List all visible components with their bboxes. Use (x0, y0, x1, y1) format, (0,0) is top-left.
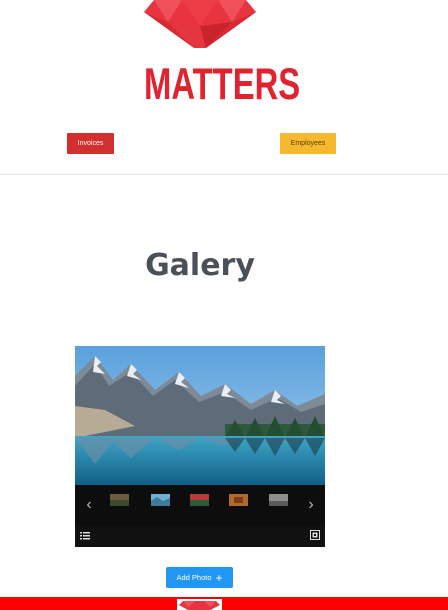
header-divider (0, 174, 448, 175)
thumbnail-5[interactable] (269, 494, 288, 506)
logo-wordmark: MATTERS (144, 59, 301, 110)
photo-gallery: ‹ › (75, 346, 325, 547)
gallery-main-image[interactable] (75, 346, 325, 485)
brand-logo: MATTERS (132, 0, 301, 112)
landscape-photo (75, 346, 325, 485)
thumbnail-strip: ‹ › (75, 485, 325, 525)
thumbnail-3[interactable] (190, 494, 209, 506)
gem-logo-icon (179, 601, 220, 610)
plus-icon: + (215, 570, 223, 585)
add-photo-button[interactable]: Add Photo + (166, 567, 233, 588)
fullscreen-icon[interactable] (310, 530, 320, 540)
employees-button[interactable]: Employees (280, 133, 336, 154)
add-photo-label: Add Photo (176, 573, 212, 582)
invoices-button[interactable]: Invoices (67, 133, 114, 154)
thumbnail-1[interactable] (110, 494, 129, 506)
thumbnail-4[interactable] (229, 494, 248, 506)
gallery-toolbar (75, 525, 325, 547)
chevron-right-icon[interactable]: › (299, 485, 323, 525)
gem-logo-icon (144, 0, 256, 48)
page-title: Galery (145, 248, 255, 283)
thumbnail-2[interactable] (151, 494, 170, 506)
footer-bar (0, 597, 448, 610)
chevron-left-icon[interactable]: ‹ (77, 485, 101, 525)
list-icon[interactable] (80, 530, 90, 542)
footer-logo (177, 599, 222, 610)
